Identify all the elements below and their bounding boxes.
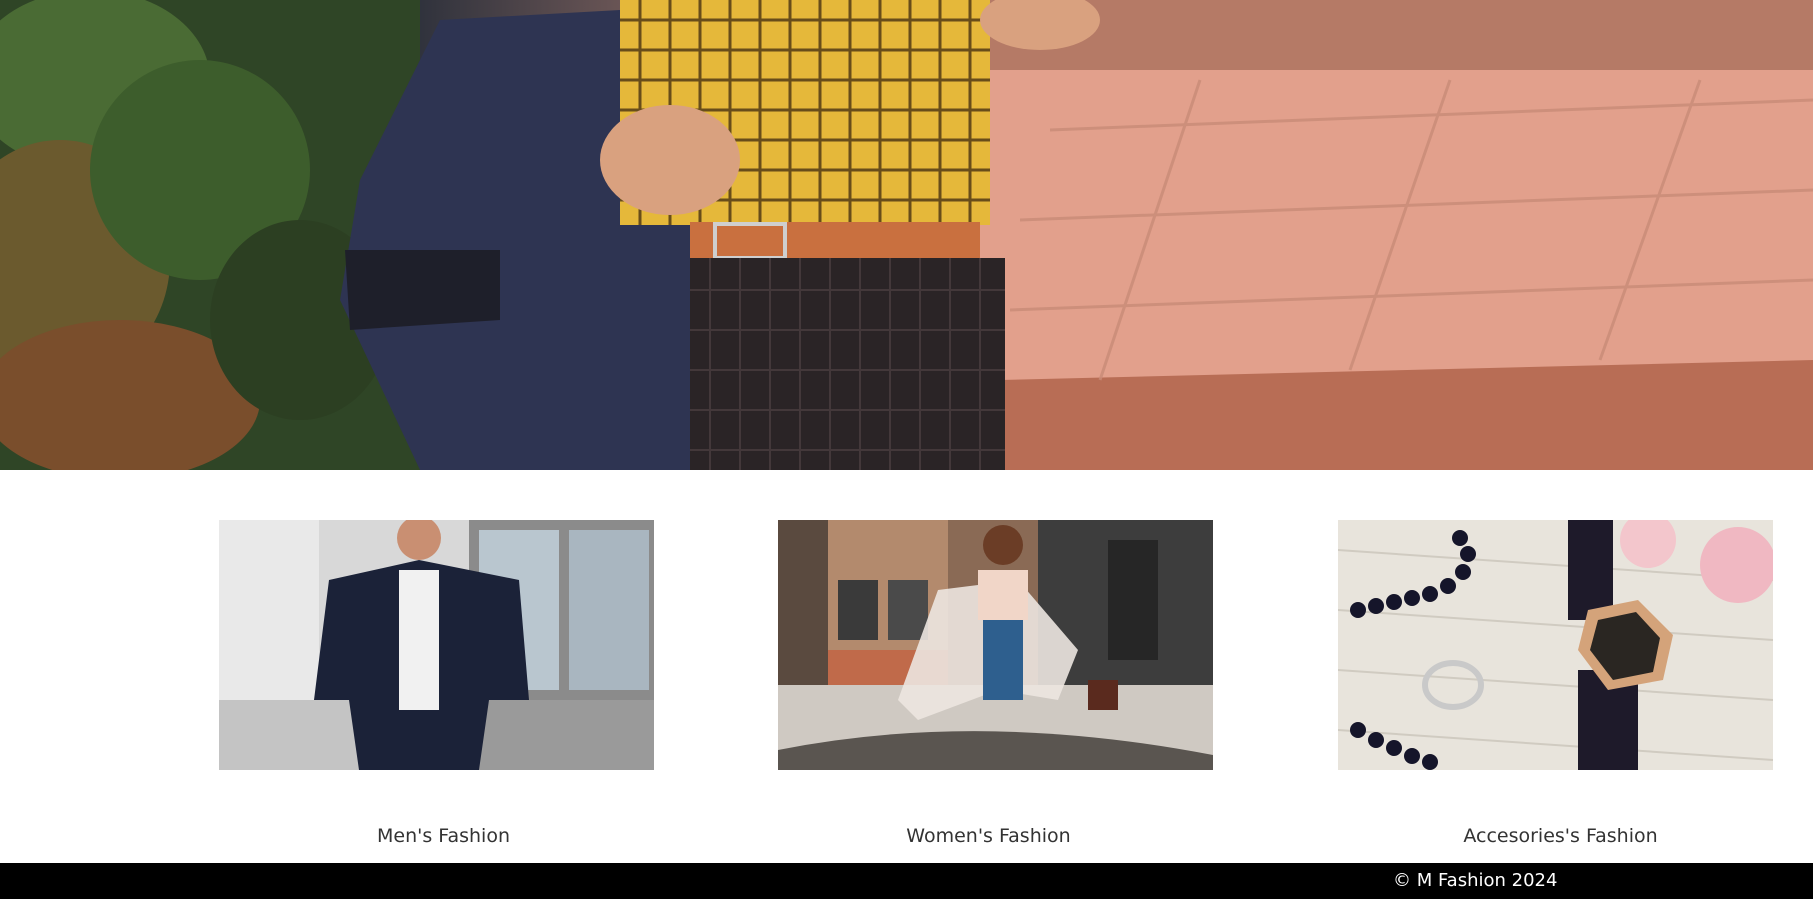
accessories-fashion-image[interactable] [1338,520,1773,770]
mens-fashion-image[interactable] [219,520,654,770]
hero-banner-image [0,0,1813,470]
footer: © M Fashion 2024 [0,863,1813,899]
hero-illustration [0,0,1813,470]
footer-copyright: © M Fashion 2024 [1393,870,1558,891]
accessories-fashion-illustration [1338,520,1773,770]
womens-fashion-image[interactable] [778,520,1213,770]
womens-fashion-illustration [778,520,1213,770]
mens-fashion-label[interactable]: Men's Fashion [226,824,661,848]
mens-fashion-illustration [219,520,654,770]
womens-fashion-label[interactable]: Women's Fashion [771,824,1206,848]
accessories-fashion-label[interactable]: Accesories's Fashion [1343,824,1778,848]
page: Men's Fashion Women's Fashion Accesories… [0,0,1813,899]
